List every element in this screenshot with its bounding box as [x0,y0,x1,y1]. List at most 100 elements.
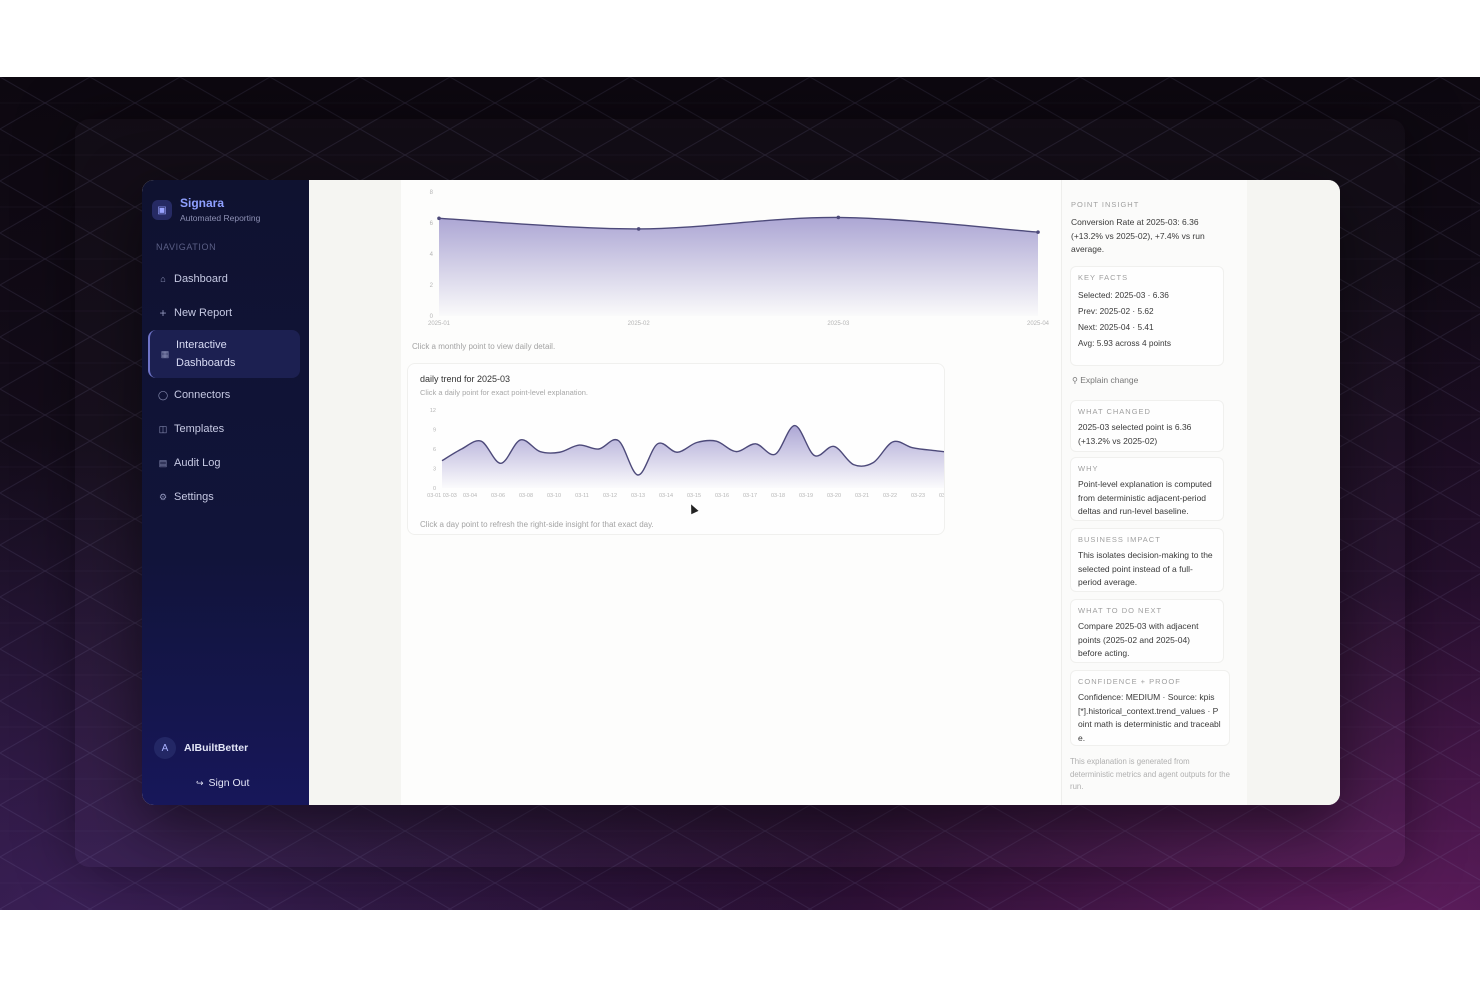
x-tick-label: 03-06 [491,493,505,499]
sidebar: ▣ Signara Automated Reporting NAVIGATION… [142,180,309,805]
point-insight-heading: POINT INSIGHT [1071,200,1140,209]
x-tick-label: 03-16 [715,493,729,499]
data-point[interactable] [1036,230,1040,234]
x-tick-label: 2025-03 [827,321,850,327]
fact-prev: Prev: 2025-02 · 5.62 [1078,306,1154,316]
key-facts-heading: KEY FACTS [1078,273,1129,282]
what-changed-heading: WHAT CHANGED [1078,407,1151,416]
x-tick-label: 03-25 [939,493,944,499]
sidebar-item-new-report[interactable]: + New Report [148,296,300,330]
x-tick-label: 03-12 [603,493,617,499]
sidebar-item-label: Templates [174,423,225,435]
sidebar-item-interactive-dashboards[interactable]: ▦ Interactive Dashboards [148,330,300,378]
y-tick-label: 6 [433,447,436,453]
brand-subtitle: Automated Reporting [180,213,261,223]
data-point[interactable] [636,227,641,231]
x-tick-label: 03-01 03-03 [427,493,457,499]
confidence-proof-text: Confidence: MEDIUM · Source: kpis[*].his… [1078,692,1221,743]
confidence-proof-heading: CONFIDENCE + PROOF [1078,677,1181,686]
sidebar-item-label: Dashboard [174,273,228,285]
y-tick-label: 2 [430,283,434,289]
x-tick-label: 03-23 [911,493,925,499]
sidebar-item-dashboard[interactable]: ⌂ Dashboard [148,262,300,296]
daily-trend-card: daily trend for 2025-03 Click a daily po… [407,363,945,535]
series-area [442,425,944,488]
fact-avg: Avg: 5.93 across 4 points [1078,338,1172,348]
series-area [439,217,1038,316]
x-tick-label: 03-14 [659,493,673,499]
x-tick-label: 03-22 [883,493,897,499]
username: AIBuiltBetter [184,742,249,754]
x-tick-label: 03-17 [743,493,757,499]
brand-name: Signara [180,196,225,210]
explain-change-label: Explain change [1080,375,1139,385]
sidebar-item-label: Audit Log [174,457,221,469]
template-icon: ◫ [158,423,168,434]
app-window: ▣ Signara Automated Reporting NAVIGATION… [142,180,1340,805]
main-content: 0 2 4 6 8 2025-01 2025-02 2025-03 2025-04 Click … [309,180,1340,805]
y-tick-label: 9 [433,428,436,434]
x-tick-label: 03-13 [631,493,645,499]
gear-icon: ⚙ [158,491,168,502]
why-text: Point-level explanation is computed from… [1078,479,1212,516]
sidebar-item-settings[interactable]: ⚙ Settings [148,480,300,514]
user-profile[interactable]: A AIBuiltBetter [154,737,248,759]
sign-out-button[interactable]: ↪ Sign Out [196,777,249,789]
x-tick-label: 2025-01 [428,321,451,327]
daily-trend-subtitle: Click a daily point for exact point-leve… [420,388,589,397]
monthly-trend-chart[interactable]: 0 2 4 6 8 2025-01 2025-02 2025-03 2025-04 [401,180,1061,340]
monthly-chart-hint: Click a monthly point to view daily deta… [412,342,556,351]
y-tick-label: 6 [430,221,434,227]
confidence-proof-box: CONFIDENCE + PROOF Confidence: MEDIUM · … [1070,670,1230,746]
avatar: A [154,737,176,759]
x-tick-label: 03-08 [519,493,533,499]
y-tick-label: 0 [430,314,434,320]
x-tick-label: 2025-02 [628,321,651,327]
y-tick-label: 8 [430,190,434,196]
database-icon: ◯ [157,389,169,400]
point-insight-panel: POINT INSIGHT Conversion Rate at 2025-03… [1061,180,1247,805]
data-point[interactable] [437,216,441,221]
x-tick-label: 03-20 [827,493,841,499]
sidebar-item-label: Settings [174,491,214,503]
what-to-do-next-heading: WHAT TO DO NEXT [1078,606,1163,615]
x-tick-label: 03-11 [575,493,589,499]
x-tick-label: 03-21 [855,493,869,499]
x-tick-label: 03-19 [799,493,813,499]
business-impact-text: This isolates decision-making to the sel… [1078,550,1213,587]
nav-section-label: NAVIGATION [156,242,217,252]
x-tick-label: 2025-04 [1027,321,1050,327]
sidebar-item-connectors[interactable]: ◯ Connectors [148,378,300,412]
sidebar-item-label: Interactive Dashboards [176,339,236,369]
sidebar-item-label: New Report [174,307,233,319]
daily-trend-chart[interactable]: 0 3 6 9 12 03-01 03-03 03-04 03-06 03-08 03-10 03-… [408,400,944,520]
business-impact-box: BUSINESS IMPACT This isolates decision-m… [1070,528,1224,592]
dashboard-icon: ▦ [160,348,170,359]
what-to-do-next-box: WHAT TO DO NEXT Compare 2025-03 with adj… [1070,599,1224,663]
key-facts-box: KEY FACTS Selected: 2025-03 · 6.36 Prev:… [1070,266,1224,366]
y-tick-label: 4 [430,252,434,258]
file-icon: ▤ [158,457,168,468]
home-icon: ⌂ [160,274,166,284]
x-tick-label: 03-04 [463,493,477,499]
what-to-do-next-text: Compare 2025-03 with adjacent points (20… [1078,621,1199,658]
sidebar-item-audit-log[interactable]: ▤ Audit Log [148,446,300,480]
sidebar-item-templates[interactable]: ◫ Templates [148,412,300,446]
why-heading: WHY [1078,464,1099,473]
what-changed-text: 2025-03 selected point is 6.36 (+13.2% v… [1078,422,1192,446]
chart-panel: 0 2 4 6 8 2025-01 2025-02 2025-03 2025-04 Click … [401,180,1061,805]
point-insight-summary: Conversion Rate at 2025-03: 6.36 (+13.2%… [1071,217,1205,254]
sign-out-label: Sign Out [208,777,250,789]
explain-change-button[interactable]: ⚲ Explain change [1072,375,1138,385]
x-tick-label: 03-15 [687,493,701,499]
y-tick-label: 0 [433,486,436,492]
why-box: WHY Point-level explanation is computed … [1070,457,1224,521]
insight-footer-note: This explanation is generated from deter… [1070,757,1230,791]
what-changed-box: WHAT CHANGED 2025-03 selected point is 6… [1070,400,1224,452]
data-point[interactable] [836,215,841,220]
document-icon: ▣ [152,200,172,220]
daily-trend-title: daily trend for 2025-03 [420,374,511,384]
fact-next: Next: 2025-04 · 5.41 [1078,322,1154,332]
brand[interactable]: ▣ Signara Automated Reporting [152,196,260,224]
y-tick-label: 3 [433,467,436,473]
